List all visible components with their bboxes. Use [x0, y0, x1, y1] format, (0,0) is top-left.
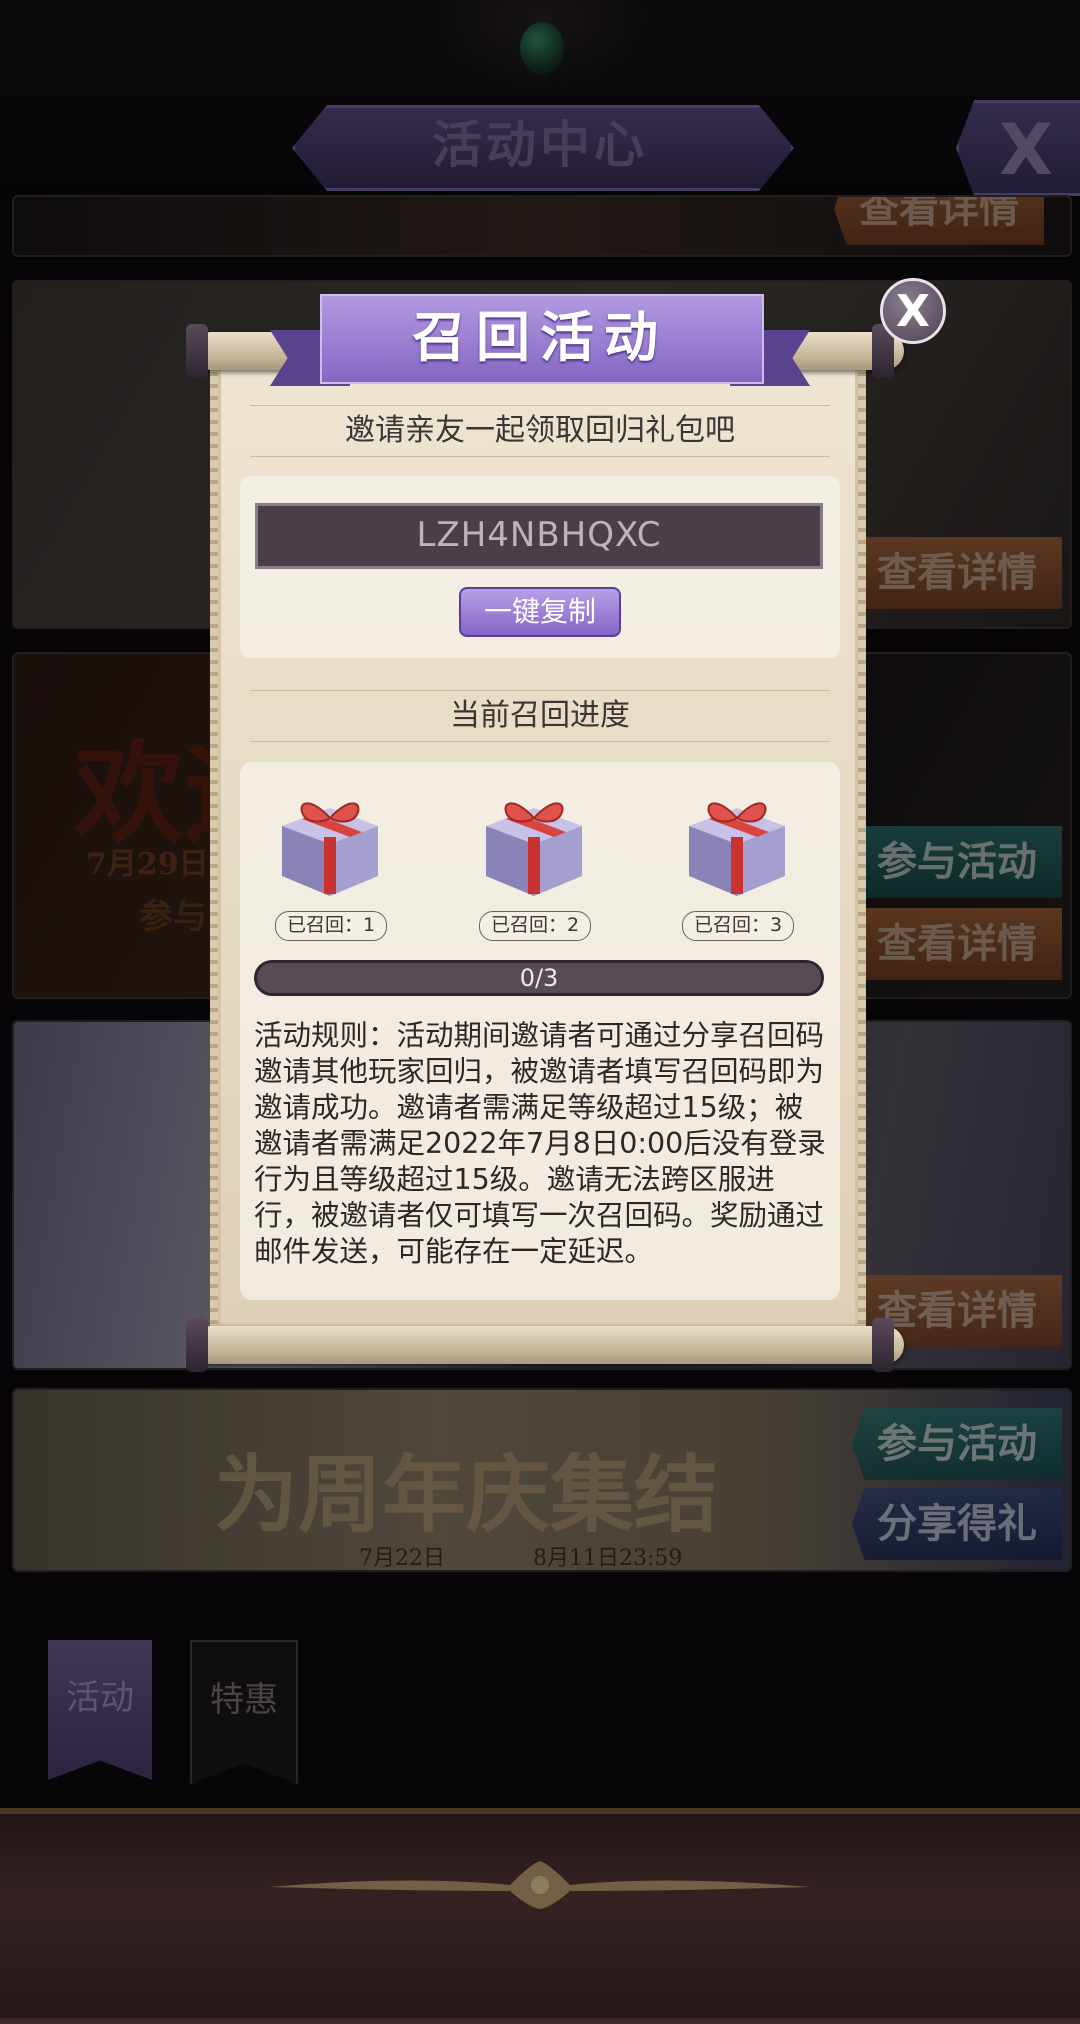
recall-progress-text: 0/3 [519, 964, 559, 992]
invite-code-field[interactable]: LZH4NBHQXC [255, 503, 823, 569]
activity-rules-text: 活动规则：活动期间邀请者可通过分享召回码邀请其他玩家回归，被邀请者填写召回码即为… [254, 1019, 826, 1268]
gift-box-icon[interactable] [675, 778, 799, 902]
gift-box-icon[interactable] [268, 778, 392, 902]
gift-recalled-3-label: 已召回：3 [682, 911, 794, 941]
progress-title: 当前召回进度 [250, 690, 830, 742]
copy-code-button[interactable]: 一键复制 [459, 587, 621, 637]
close-popup-button[interactable]: X [880, 278, 946, 344]
gift-recalled-1-label: 已召回：1 [275, 911, 387, 941]
scroll-cap-icon [186, 1318, 208, 1372]
gift-box-icon[interactable] [472, 778, 596, 902]
popup-title: 召回活动 [412, 305, 668, 369]
scroll-rod-bottom [192, 1326, 904, 1364]
popup-subtitle: 邀请亲友一起领取回归礼包吧 [250, 405, 830, 457]
gift-recalled-2-label: 已召回：2 [479, 911, 591, 941]
scroll-cap-icon [186, 324, 208, 378]
close-icon: X [896, 286, 930, 337]
scroll-cap-icon [872, 1318, 894, 1372]
